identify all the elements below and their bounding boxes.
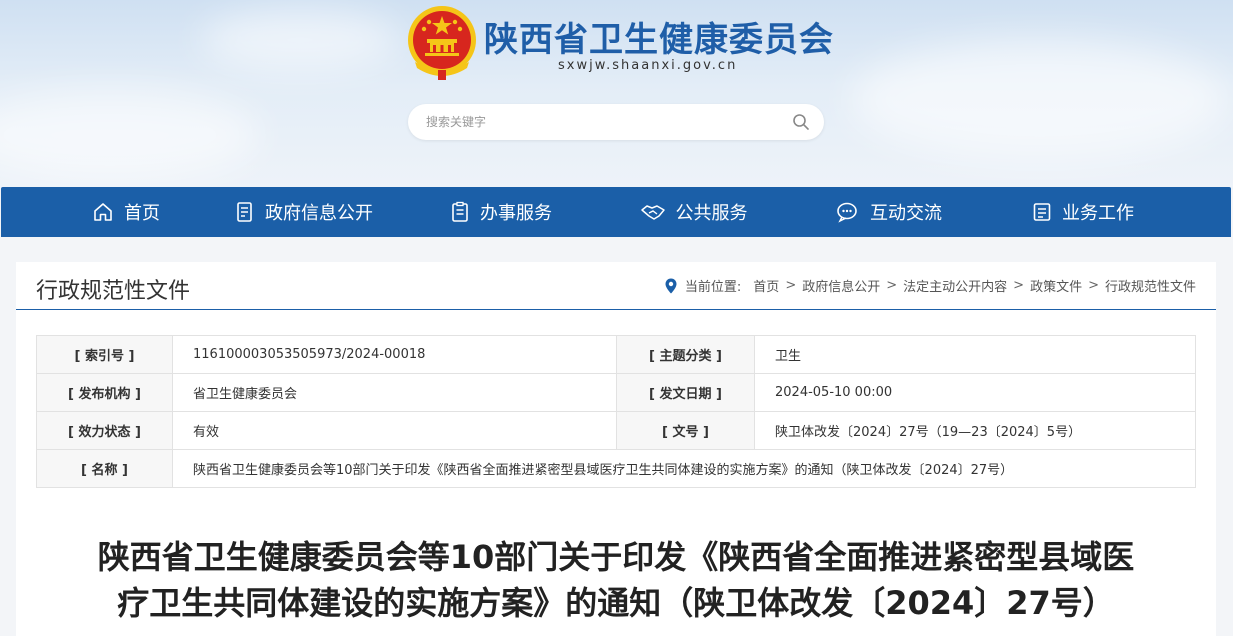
breadcrumb-link-gov-info[interactable]: 政府信息公开: [802, 276, 880, 295]
table-row: [ 发布机构 ] 省卫生健康委员会 [ 发文日期 ] 2024-05-10 00…: [36, 373, 1196, 412]
meta-value-index: 116100003053505973/2024-00018: [172, 335, 617, 374]
nav-item-label: 首页: [124, 203, 160, 224]
section-title: 行政规范性文件: [36, 279, 191, 304]
nav-item-public-services[interactable]: 公共服务: [631, 187, 756, 237]
meta-value-docno: 陕卫体改发〔2024〕27号（19—23〔2024〕5号）: [754, 411, 1196, 450]
home-icon: [94, 203, 112, 221]
meta-key-docno: [ 文号 ]: [616, 411, 755, 450]
table-row: [ 索引号 ] 116100003053505973/2024-00018 [ …: [36, 335, 1196, 374]
nav-item-label: 政府信息公开: [265, 203, 373, 224]
meta-value-date: 2024-05-10 00:00: [754, 373, 1196, 412]
breadcrumb: 当前位置: 首页 > 政府信息公开 > 法定主动公开内容 > 政策文件 > 行政…: [665, 276, 1196, 295]
search-box: [408, 104, 824, 140]
nav-item-label: 业务工作: [1062, 203, 1134, 224]
search-icon[interactable]: [792, 113, 810, 131]
site-header: 陕西省卫生健康委员会 sxwjw.shaanxi.gov.cn: [0, 0, 1233, 190]
breadcrumb-link-statutory[interactable]: 法定主动公开内容: [903, 276, 1007, 295]
meta-key-index: [ 索引号 ]: [36, 335, 173, 374]
nav-item-label: 公共服务: [675, 203, 748, 224]
section-header: 行政规范性文件 当前位置: 首页 > 政府信息公开 > 法定主动公开内容 > 政…: [16, 262, 1216, 310]
national-emblem-icon: [408, 6, 476, 80]
location-pin-icon: [665, 278, 677, 293]
content-panel: 行政规范性文件 当前位置: 首页 > 政府信息公开 > 法定主动公开内容 > 政…: [16, 262, 1216, 636]
nav-item-interaction[interactable]: 互动交流: [829, 187, 949, 237]
chat-icon: [837, 202, 857, 223]
site-title: 陕西省卫生健康委员会: [484, 20, 834, 60]
document-title-line: 疗卫生共同体建设的实施方案》的通知（陕卫体改发〔2024〕27号）: [117, 584, 1115, 622]
nav-item-label: 互动交流: [870, 203, 942, 224]
document-list-icon: [237, 202, 252, 222]
header-cloud: [200, 10, 400, 70]
nav-item-business[interactable]: 业务工作: [1023, 187, 1143, 237]
meta-key-publisher: [ 发布机构 ]: [36, 373, 173, 412]
meta-key-name: [ 名称 ]: [36, 449, 173, 488]
meta-value-publisher: 省卫生健康委员会: [172, 373, 617, 412]
table-row: [ 名称 ] 陕西省卫生健康委员会等10部门关于印发《陕西省全面推进紧密型县域医…: [36, 449, 1196, 488]
breadcrumb-separator: >: [1013, 278, 1025, 293]
meta-value-name: 陕西省卫生健康委员会等10部门关于印发《陕西省全面推进紧密型县域医疗卫生共同体建…: [172, 449, 1196, 488]
nav-item-label: 办事服务: [480, 203, 552, 224]
document-title-line: 陕西省卫生健康委员会等10部门关于印发《陕西省全面推进紧密型县域医: [97, 538, 1135, 576]
search-input[interactable]: [408, 115, 778, 129]
breadcrumb-separator: >: [1088, 278, 1099, 293]
breadcrumb-separator: >: [785, 278, 797, 293]
header-cloud: [850, 40, 1230, 160]
meta-key-status: [ 效力状态 ]: [36, 411, 173, 450]
breadcrumb-link-policy[interactable]: 政策文件: [1030, 276, 1082, 295]
meta-value-status: 有效: [172, 411, 617, 450]
document-title: 陕西省卫生健康委员会等10部门关于印发《陕西省全面推进紧密型县域医 疗卫生共同体…: [16, 534, 1216, 626]
nav-item-services[interactable]: 办事服务: [441, 187, 561, 237]
site-url: sxwjw.shaanxi.gov.cn: [558, 58, 738, 73]
breadcrumb-link-normative[interactable]: 行政规范性文件: [1105, 276, 1196, 295]
document-meta-table: [ 索引号 ] 116100003053505973/2024-00018 [ …: [36, 335, 1196, 488]
meta-value-topic: 卫生: [754, 335, 1196, 374]
breadcrumb-link-home[interactable]: 首页: [753, 276, 779, 295]
main-nav: 首页 政府信息公开 办事服务 公共服务 互动交流 业务工作: [1, 187, 1231, 237]
meta-key-date: [ 发文日期 ]: [616, 373, 755, 412]
nav-item-home[interactable]: 首页: [76, 187, 176, 237]
table-row: [ 效力状态 ] 有效 [ 文号 ] 陕卫体改发〔2024〕27号（19—23〔…: [36, 411, 1196, 450]
header-cloud: [0, 90, 260, 180]
handshake-icon: [640, 205, 665, 220]
briefcase-icon: [1033, 203, 1051, 221]
breadcrumb-separator: >: [886, 278, 898, 293]
nav-item-gov-info[interactable]: 政府信息公开: [229, 187, 379, 237]
breadcrumb-label: 当前位置:: [684, 280, 742, 295]
clipboard-icon: [452, 201, 468, 222]
meta-key-topic: [ 主题分类 ]: [616, 335, 755, 374]
